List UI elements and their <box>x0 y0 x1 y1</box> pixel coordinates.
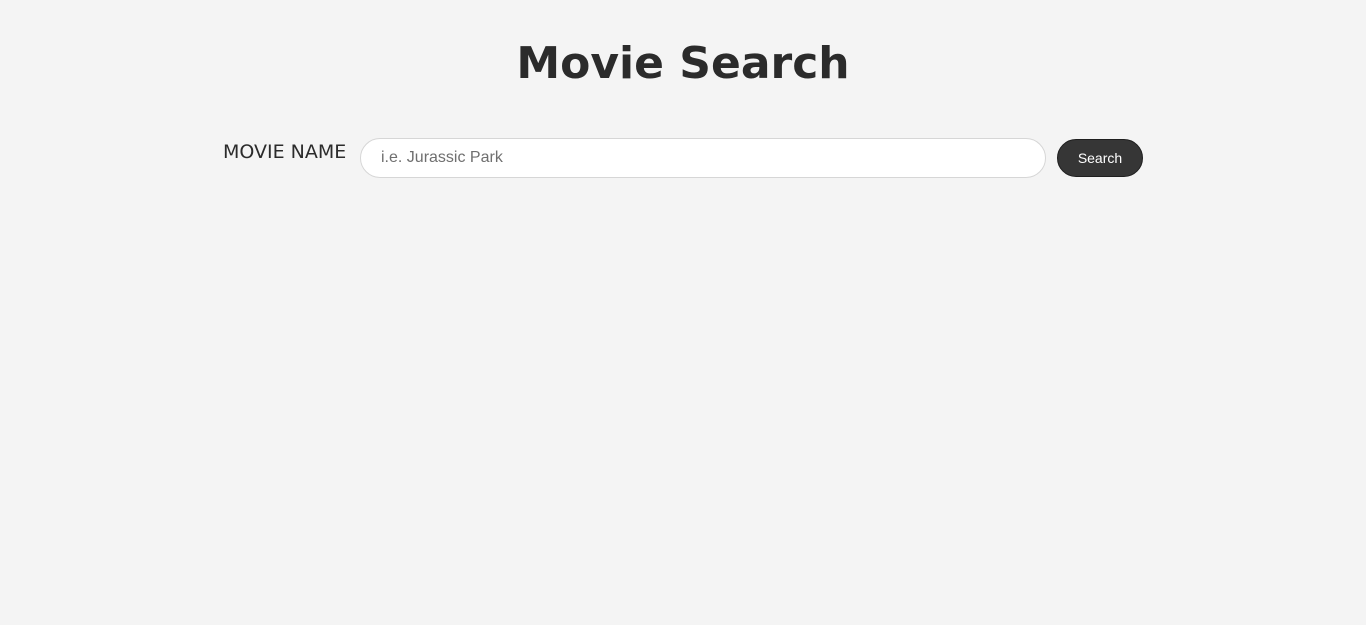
search-button[interactable]: Search <box>1057 139 1143 177</box>
movie-name-input[interactable] <box>360 138 1046 178</box>
search-form: MOVIE NAME Search <box>223 138 1143 178</box>
page: Movie Search MOVIE NAME Search <box>0 0 1366 625</box>
page-title: Movie Search <box>516 38 850 89</box>
movie-name-label: MOVIE NAME <box>223 141 347 163</box>
